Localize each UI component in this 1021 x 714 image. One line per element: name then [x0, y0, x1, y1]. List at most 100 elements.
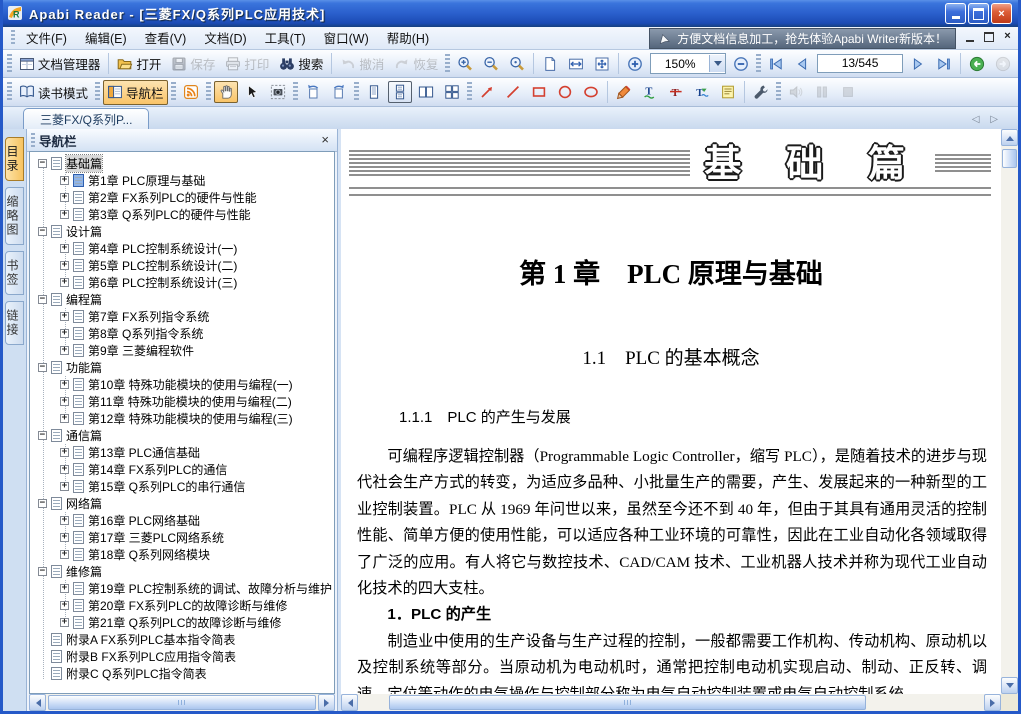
sidebar-tab-3[interactable]: 链接: [5, 301, 24, 345]
rss-button[interactable]: [179, 81, 203, 103]
expand-icon[interactable]: +: [60, 448, 69, 457]
next-page-button[interactable]: [906, 53, 930, 75]
restore-button[interactable]: [968, 3, 989, 24]
page-number-input[interactable]: 13/545: [817, 54, 903, 73]
tree-item[interactable]: +第15章 Q系列PLC的串行通信: [30, 478, 334, 495]
expand-icon[interactable]: +: [60, 397, 69, 406]
scroll-right-icon[interactable]: [984, 694, 1001, 711]
zoom-out-button[interactable]: [479, 53, 503, 75]
tree-item[interactable]: +第6章 PLC控制系统设计(三): [30, 274, 334, 291]
expand-icon[interactable]: +: [60, 380, 69, 389]
draw-line-button[interactable]: [501, 81, 525, 103]
expand-icon[interactable]: +: [60, 176, 69, 185]
mdi-restore-button[interactable]: [982, 30, 995, 43]
rotate-left-button[interactable]: [301, 81, 325, 103]
draw-rect-button[interactable]: [527, 81, 551, 103]
tree-item[interactable]: 附录C Q系列PLC指令简表: [30, 665, 334, 682]
chevron-down-icon[interactable]: [709, 55, 725, 72]
tree-item[interactable]: 附录A FX系列PLC基本指令简表: [30, 631, 334, 648]
fit-blank-button[interactable]: [538, 53, 562, 75]
tools-button[interactable]: [749, 81, 773, 103]
menu-item-6[interactable]: 帮助(H): [378, 30, 438, 48]
expand-icon[interactable]: +: [60, 346, 69, 355]
panel-grip[interactable]: [31, 133, 35, 147]
last-page-button[interactable]: [932, 53, 956, 75]
fit-width-button[interactable]: [564, 53, 588, 75]
horizontal-scrollbar[interactable]: [341, 694, 1001, 711]
scroll-left-icon[interactable]: [29, 694, 46, 711]
tree-item[interactable]: +第1章 PLC原理与基础: [30, 172, 334, 189]
prev-page-button[interactable]: [790, 53, 814, 75]
menu-item-2[interactable]: 查看(V): [136, 30, 196, 48]
tree-item[interactable]: −网络篇: [30, 495, 334, 512]
highlight-pen-button[interactable]: [612, 81, 636, 103]
zoom-decrease-button[interactable]: [729, 53, 753, 75]
expand-icon[interactable]: +: [60, 516, 69, 525]
history-back-button[interactable]: [965, 53, 989, 75]
tree-item[interactable]: +第8章 Q系列指令系统: [30, 325, 334, 342]
vertical-scrollbar[interactable]: [1001, 129, 1018, 694]
tree-item[interactable]: +第5章 PLC控制系统设计(二): [30, 257, 334, 274]
expand-icon[interactable]: +: [60, 550, 69, 559]
text-underline-button[interactable]: T: [638, 81, 662, 103]
tree-item[interactable]: +第4章 PLC控制系统设计(一): [30, 240, 334, 257]
expand-icon[interactable]: +: [60, 312, 69, 321]
tree-item[interactable]: +第12章 特殊功能模块的使用与编程(三): [30, 410, 334, 427]
doc-manager-button[interactable]: 文档管理器: [15, 51, 105, 76]
zoom-in-button[interactable]: [453, 53, 477, 75]
expand-icon[interactable]: +: [60, 618, 69, 627]
minimize-button[interactable]: [945, 3, 966, 24]
draw-arrow-button[interactable]: [475, 81, 499, 103]
tree-item[interactable]: 附录B FX系列PLC应用指令简表: [30, 648, 334, 665]
horizontal-scroll-thumb[interactable]: [389, 695, 866, 710]
mdi-close-button[interactable]: ×: [1001, 30, 1014, 43]
zoom-increase-button[interactable]: [623, 53, 647, 75]
read-mode-button[interactable]: 读书模式: [15, 80, 92, 105]
expand-icon[interactable]: +: [60, 601, 69, 610]
tree-item[interactable]: +第18章 Q系列网络模块: [30, 546, 334, 563]
collapse-icon[interactable]: −: [38, 295, 47, 304]
open-button[interactable]: 打开: [113, 51, 165, 76]
expand-icon[interactable]: +: [60, 329, 69, 338]
layout-facing-button[interactable]: [414, 81, 438, 103]
nav-horizontal-scrollbar[interactable]: [29, 694, 335, 711]
layout-continuous-button[interactable]: [388, 81, 412, 103]
scroll-down-icon[interactable]: [1001, 677, 1018, 694]
zoom-actual-button[interactable]: [505, 53, 529, 75]
expand-icon[interactable]: +: [60, 482, 69, 491]
tree-item[interactable]: +第19章 PLC控制系统的调试、故障分析与维护: [30, 580, 334, 597]
hand-tool-button[interactable]: [214, 81, 238, 103]
rotate-right-button[interactable]: [327, 81, 351, 103]
menu-item-3[interactable]: 文档(D): [195, 30, 255, 48]
menu-item-0[interactable]: 文件(F): [17, 30, 76, 48]
expand-icon[interactable]: +: [60, 533, 69, 542]
tree-item[interactable]: +第10章 特殊功能模块的使用与编程(一): [30, 376, 334, 393]
tree-item[interactable]: +第16章 PLC网络基础: [30, 512, 334, 529]
promo-banner[interactable]: 方便文档信息加工，抢先体验Apabi Writer新版本！: [649, 28, 956, 49]
menu-item-4[interactable]: 工具(T): [256, 30, 315, 48]
expand-icon[interactable]: +: [60, 261, 69, 270]
tree-item[interactable]: +第13章 PLC通信基础: [30, 444, 334, 461]
draw-ellipse-button[interactable]: [579, 81, 603, 103]
menu-item-1[interactable]: 编辑(E): [76, 30, 136, 48]
fit-page-button[interactable]: [590, 53, 614, 75]
sidebar-tab-1[interactable]: 缩略图: [5, 187, 24, 245]
vertical-scroll-thumb[interactable]: [1002, 149, 1017, 168]
tree-item[interactable]: −基础篇: [30, 155, 334, 172]
tree-item[interactable]: −编程篇: [30, 291, 334, 308]
collapse-icon[interactable]: −: [38, 431, 47, 440]
tree-item[interactable]: +第9章 三菱编程软件: [30, 342, 334, 359]
sidebar-tab-2[interactable]: 书签: [5, 251, 24, 295]
tree-item[interactable]: +第2章 FX系列PLC的硬件与性能: [30, 189, 334, 206]
expand-icon[interactable]: +: [60, 210, 69, 219]
draw-circle-button[interactable]: [553, 81, 577, 103]
collapse-icon[interactable]: −: [38, 159, 47, 168]
expand-icon[interactable]: +: [60, 244, 69, 253]
scroll-left-icon[interactable]: [341, 694, 358, 711]
menu-item-5[interactable]: 窗口(W): [315, 30, 378, 48]
first-page-button[interactable]: [764, 53, 788, 75]
select-tool-button[interactable]: [240, 81, 264, 103]
expand-icon[interactable]: +: [60, 278, 69, 287]
close-button[interactable]: ×: [991, 3, 1012, 24]
tree-item[interactable]: +第17章 三菱PLC网络系统: [30, 529, 334, 546]
